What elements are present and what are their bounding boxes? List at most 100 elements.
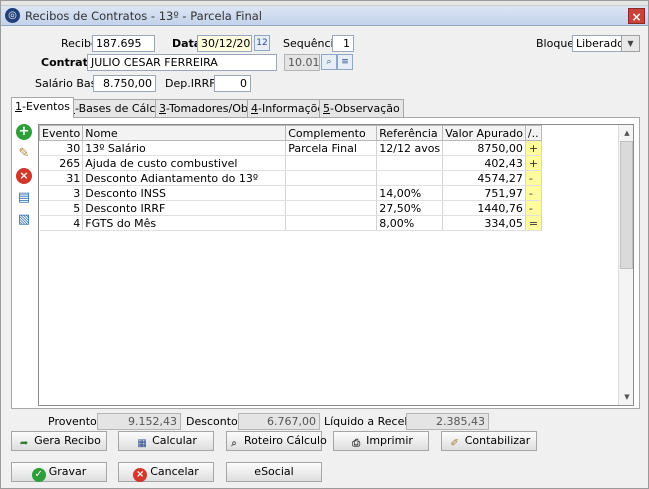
tab-key: 4 (251, 102, 258, 115)
cell-sinal: - (525, 170, 542, 186)
col-referencia[interactable]: Referência (376, 125, 444, 141)
check-icon: ✓ (31, 468, 46, 482)
app-icon: ◎ (5, 8, 20, 23)
gravar-button[interactable]: ✓ Gravar (11, 462, 107, 482)
cell-complemento (285, 200, 378, 216)
cell-complemento (285, 215, 378, 231)
cell-referencia: 14,00% (376, 185, 444, 201)
cell-evento: 265 (39, 155, 84, 171)
imprimir-button[interactable]: ⎙ Imprimir (333, 431, 429, 451)
cell-valor: 402,43 (442, 155, 526, 171)
table-row[interactable]: 3 Desconto INSS 14,00% 751,97- (39, 185, 542, 201)
recibo-field[interactable]: 187.695 (92, 35, 155, 52)
descontos-value: 6.767,00 (238, 413, 320, 430)
table-row[interactable]: 4 FGTS do Mês 8,00% 334,05 = (39, 215, 542, 231)
sequencia-field[interactable]: 1 (332, 35, 354, 52)
cell-valor: 334,05 (442, 215, 526, 231)
search-icon[interactable]: ⌕ (321, 54, 337, 70)
col-valor[interactable]: Valor Apurado (442, 125, 526, 141)
contabilizar-label: Contabilizar (464, 434, 531, 447)
bloqueio-select[interactable]: Liberado (572, 35, 622, 52)
depirrf-field[interactable]: 0 (214, 75, 251, 92)
salario-field[interactable]: 8.750,00 (93, 75, 156, 92)
cell-sinal: = (525, 215, 542, 231)
edit-icon[interactable]: ✎ (16, 146, 32, 162)
ledger-icon: ✐ (450, 438, 459, 449)
tab-label: -Eventos (22, 100, 70, 113)
table-row[interactable]: 31 Desconto Adiantamento do 13º 4574,27- (39, 170, 542, 186)
vertical-scrollbar[interactable]: ▲ ▼ (618, 125, 633, 405)
delete-icon[interactable]: × (16, 168, 32, 184)
close-button[interactable]: × (628, 8, 645, 24)
cell-referencia: 12/12 avos (376, 140, 444, 156)
printer-icon: ⎙ (352, 438, 361, 449)
calcular-button[interactable]: ▦ Calcular (118, 431, 214, 451)
col-nome[interactable]: Nome (82, 125, 287, 141)
table-body: 30 13º Salário Parcela Final 12/12 avos 8750… (39, 140, 542, 231)
imprimir-label: Imprimir (366, 434, 413, 447)
tab-eventos[interactable]: 1-Eventos (11, 97, 74, 118)
roteiro-button[interactable]: ⌕ Roteiro Cálculo (226, 431, 327, 451)
copy-icon[interactable]: ▤ (16, 190, 32, 206)
cell-referencia (376, 155, 444, 171)
depirrf-label: Dep.IRRF (165, 77, 216, 90)
cell-nome: Desconto IRRF (82, 200, 287, 216)
cell-sinal: + (525, 155, 542, 171)
contrato-code: 10.013 (284, 54, 320, 71)
cell-valor: 1440,76 (442, 200, 526, 216)
col-sinal[interactable]: /.. (524, 125, 542, 141)
cell-complemento (285, 170, 378, 186)
gera-recibo-button[interactable]: ➦ Gera Recibo (11, 431, 107, 451)
tab-key: 3 (159, 102, 166, 115)
cell-evento: 31 (39, 170, 84, 186)
esocial-button[interactable]: eSocial (226, 462, 322, 482)
receipt-window: ◎ Recibos de Contratos - 13º - Parcela F… (0, 0, 649, 489)
cell-nome: Ajuda de custo combustivel (82, 155, 287, 171)
table-row[interactable]: 5 Desconto IRRF 27,50% 1440,76- (39, 200, 542, 216)
roteiro-label: Roteiro Cálculo (244, 434, 327, 447)
scroll-down-icon[interactable]: ▼ (619, 390, 633, 404)
cell-evento: 30 (39, 140, 84, 156)
add-icon[interactable]: + (16, 124, 32, 140)
cancelar-label: Cancelar (150, 465, 199, 478)
contrato-field[interactable]: JULIO CESAR FERREIRA (87, 54, 277, 71)
chevron-down-icon[interactable]: ▼ (621, 35, 640, 52)
cell-sinal: - (525, 185, 542, 201)
cell-complemento (285, 185, 378, 201)
eventos-panel: + ✎ × ▤ ▧ Evento Nome Complemento Referê… (11, 117, 640, 409)
cell-evento: 4 (39, 215, 84, 231)
calendar-icon[interactable]: 12 (254, 35, 270, 51)
cell-valor: 4574,27 (442, 170, 526, 186)
title-bar: ◎ Recibos de Contratos - 13º - Parcela F… (1, 6, 648, 26)
scroll-up-icon[interactable]: ▲ (619, 126, 633, 140)
date-field[interactable]: 30/12/2021 (197, 35, 252, 52)
cell-referencia: 27,50% (376, 200, 444, 216)
document-search-icon: ⌕ (231, 438, 237, 449)
cell-sinal: - (525, 200, 542, 216)
contabilizar-button[interactable]: ✐ Contabilizar (441, 431, 537, 451)
tab-label: -Observação (330, 102, 400, 115)
arrow-right-icon: ➦ (19, 438, 29, 449)
table-row[interactable]: 30 13º Salário Parcela Final 12/12 avos 8750… (39, 140, 542, 156)
cancelar-button[interactable]: × Cancelar (118, 462, 214, 482)
list-icon[interactable]: ≡ (337, 54, 353, 70)
cell-evento: 3 (39, 185, 84, 201)
table-row[interactable]: 265 Ajuda de custo combustivel 402,43 + (39, 155, 542, 171)
cell-complemento (285, 155, 378, 171)
col-evento[interactable]: Evento (39, 125, 84, 141)
cell-referencia: 8,00% (376, 215, 444, 231)
col-complemento[interactable]: Complemento (285, 125, 378, 141)
window-title: Recibos de Contratos - 13º - Parcela Fin… (25, 9, 262, 23)
gravar-label: Gravar (48, 465, 87, 478)
cell-referencia (376, 170, 444, 186)
cell-nome: FGTS do Mês (82, 215, 287, 231)
calcular-label: Calcular (152, 434, 197, 447)
esocial-label: eSocial (254, 465, 294, 478)
cell-complemento: Parcela Final (285, 140, 378, 156)
tab-observacao[interactable]: 5-Observação (319, 99, 404, 117)
proventos-value: 9.152,43 (97, 413, 181, 430)
events-grid: Evento Nome Complemento Referência Valor… (38, 124, 634, 406)
scroll-thumb[interactable] (620, 141, 633, 269)
cell-sinal: + (525, 140, 542, 156)
edit-doc-icon[interactable]: ▧ (16, 212, 32, 228)
